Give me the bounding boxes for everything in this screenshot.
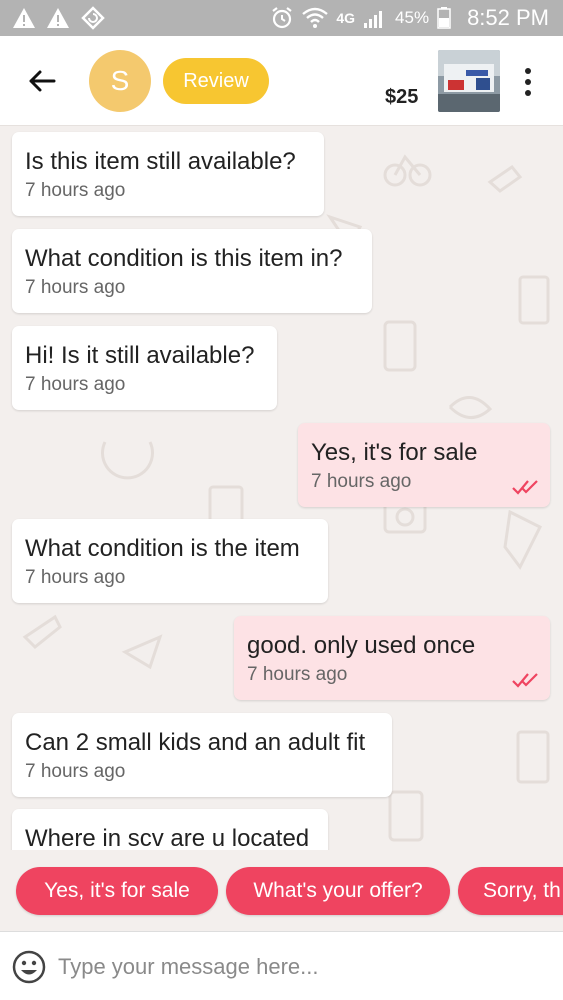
chat-thread[interactable]: Is this item still available? 7 hours ag… xyxy=(0,127,563,850)
message-text: What condition is this item in? xyxy=(25,245,343,272)
sync-icon xyxy=(81,6,105,30)
message-text: Is this item still available? xyxy=(25,148,296,175)
warning-icon xyxy=(13,8,35,28)
battery-percent: 45% xyxy=(395,8,430,27)
quick-reply-button[interactable]: Sorry, th xyxy=(458,867,563,915)
clock: 8:52 PM xyxy=(467,5,549,30)
message-text: Can 2 small kids and an adult fit xyxy=(25,729,366,756)
double-check-icon xyxy=(512,480,538,495)
warning-icon xyxy=(47,8,69,28)
message-time: 7 hours ago xyxy=(25,567,126,588)
message-time: 7 hours ago xyxy=(25,374,126,395)
item-thumbnail[interactable] xyxy=(438,50,500,112)
wifi-icon xyxy=(302,7,329,28)
message-time: 7 hours ago xyxy=(311,471,412,492)
alarm-icon xyxy=(272,7,293,29)
message-time: 7 hours ago xyxy=(25,761,126,782)
network-type-label: 4G xyxy=(336,10,356,26)
message-time: 7 hours ago xyxy=(247,664,348,685)
avatar[interactable]: S xyxy=(89,50,151,112)
smiley-icon[interactable] xyxy=(12,950,46,984)
message-bubble-incoming[interactable]: Is this item still available? 7 hours ag… xyxy=(12,132,324,216)
back-button[interactable] xyxy=(22,63,62,99)
message-input[interactable] xyxy=(58,948,548,986)
message-text: Hi! Is it still available? xyxy=(25,342,255,369)
message-text: What condition is the item xyxy=(25,535,300,562)
chat-header: S Review $25 xyxy=(0,36,563,126)
quick-reply-button[interactable]: Yes, it's for sale xyxy=(16,867,218,915)
signal-icon xyxy=(364,11,383,28)
message-bubble-outgoing[interactable]: Yes, it's for sale 7 hours ago xyxy=(298,423,550,507)
more-vertical-icon xyxy=(525,68,531,74)
message-text: good. only used once xyxy=(247,632,476,659)
double-check-icon xyxy=(512,673,538,688)
item-price: $25 xyxy=(385,86,419,108)
battery-icon xyxy=(437,7,451,29)
message-time: 7 hours ago xyxy=(25,277,126,298)
notification-icons xyxy=(0,6,106,30)
message-composer xyxy=(0,931,563,1000)
quick-replies: Yes, it's for sale What's your offer? So… xyxy=(0,850,563,930)
system-indicators: 4G 45% 8:52 PM xyxy=(270,5,563,31)
message-text: Yes, it's for sale xyxy=(311,439,478,466)
quick-reply-button[interactable]: What's your offer? xyxy=(226,867,450,915)
review-button[interactable]: Review xyxy=(163,58,269,104)
message-text: Where in scv are u located xyxy=(25,825,310,850)
more-options-button[interactable] xyxy=(516,62,540,102)
status-bar: 4G 45% 8:52 PM xyxy=(0,0,563,36)
message-time: 7 hours ago xyxy=(25,180,126,201)
message-bubble-incoming[interactable]: Where in scv are u located xyxy=(12,809,328,850)
message-bubble-incoming[interactable]: Can 2 small kids and an adult fit 7 hour… xyxy=(12,713,392,797)
arrow-left-icon xyxy=(29,70,56,92)
message-bubble-outgoing[interactable]: good. only used once 7 hours ago xyxy=(234,616,550,700)
message-bubble-incoming[interactable]: Hi! Is it still available? 7 hours ago xyxy=(12,326,277,410)
message-bubble-incoming[interactable]: What condition is this item in? 7 hours … xyxy=(12,229,372,313)
message-bubble-incoming[interactable]: What condition is the item 7 hours ago xyxy=(12,519,328,603)
